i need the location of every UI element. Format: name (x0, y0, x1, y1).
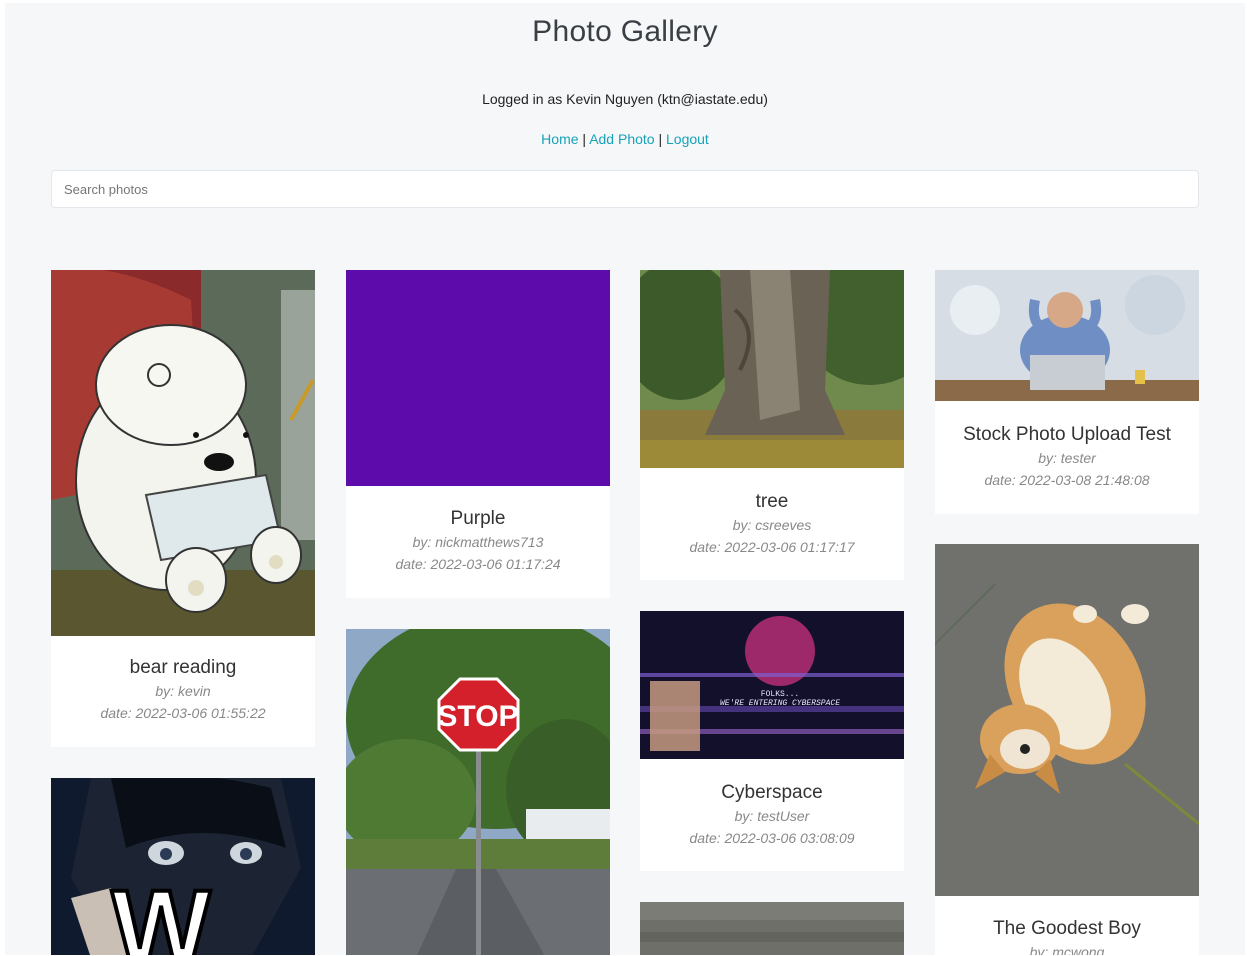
w-letter-text: W (111, 869, 210, 955)
page-title: Photo Gallery (532, 15, 718, 48)
photo-image[interactable]: STOP (346, 629, 610, 955)
nav-logout-link[interactable]: Logout (666, 131, 709, 147)
nav-separator: | (582, 131, 587, 147)
photo-card-purple[interactable]: Purple by: nickmatthews713 date: 2022-03… (346, 270, 610, 598)
photo-card-carpet[interactable] (640, 902, 904, 955)
cyberspace-text-line1: FOLKS... (761, 690, 799, 699)
photo-image[interactable] (640, 270, 904, 468)
nav-bar: Home | Add Photo | Logout (5, 131, 1245, 147)
nav-separator: | (658, 131, 663, 147)
photo-card-goodest-boy[interactable]: The Goodest Boy by: mcwong (935, 544, 1199, 955)
photo-title: tree (755, 491, 789, 512)
search-input[interactable] (51, 170, 1199, 208)
photo-image[interactable] (935, 270, 1199, 401)
photo-image[interactable]: FOLKS... WE'RE ENTERING CYBERSPACE (640, 611, 904, 759)
photo-card-stock-photo[interactable]: Stock Photo Upload Test by: tester date:… (935, 270, 1199, 514)
photo-title: bear reading (129, 657, 237, 678)
photo-title: Stock Photo Upload Test (963, 424, 1171, 445)
photo-author: by: mcwong (1029, 944, 1105, 955)
photo-card-cyberspace[interactable]: FOLKS... WE'RE ENTERING CYBERSPACE Cyber… (640, 611, 904, 871)
nav-add-photo-link[interactable]: Add Photo (589, 131, 654, 147)
photo-title: The Goodest Boy (993, 918, 1141, 939)
photo-date: date: 2022-03-06 01:17:17 (689, 539, 855, 555)
photo-author: by: nickmatthews713 (412, 534, 544, 550)
photo-author: by: testUser (734, 808, 810, 824)
photo-image[interactable] (346, 270, 610, 486)
photo-image[interactable] (935, 544, 1199, 896)
photo-image[interactable]: W (51, 778, 315, 955)
nav-home-link[interactable]: Home (541, 131, 578, 147)
photo-card-w-meme[interactable]: W (51, 778, 315, 955)
photo-image[interactable] (51, 270, 315, 636)
cyberspace-text-line2: WE'RE ENTERING CYBERSPACE (720, 699, 840, 708)
gallery-page: Photo Gallery Logged in as Kevin Nguyen … (5, 3, 1245, 955)
login-status: Logged in as Kevin Nguyen (ktn@iastate.e… (482, 91, 768, 107)
photo-date: date: 2022-03-06 01:55:22 (100, 705, 266, 721)
stop-sign-text: STOP (437, 700, 518, 733)
photo-card-tree[interactable]: tree by: csreeves date: 2022-03-06 01:17… (640, 270, 904, 580)
photo-date: date: 2022-03-06 01:17:24 (395, 556, 561, 572)
photo-date: date: 2022-03-06 03:08:09 (689, 830, 855, 846)
photo-author: by: kevin (155, 683, 211, 699)
photo-card-bear-reading[interactable]: bear reading by: kevin date: 2022-03-06 … (51, 270, 315, 747)
photo-date: date: 2022-03-08 21:48:08 (984, 472, 1150, 488)
photo-title: Cyberspace (721, 782, 823, 803)
photo-author: by: csreeves (732, 517, 812, 533)
photo-title: Purple (450, 508, 506, 529)
photo-image[interactable] (640, 902, 904, 955)
photo-card-stop-sign[interactable]: STOP (346, 629, 610, 955)
photo-author: by: tester (1038, 450, 1096, 466)
